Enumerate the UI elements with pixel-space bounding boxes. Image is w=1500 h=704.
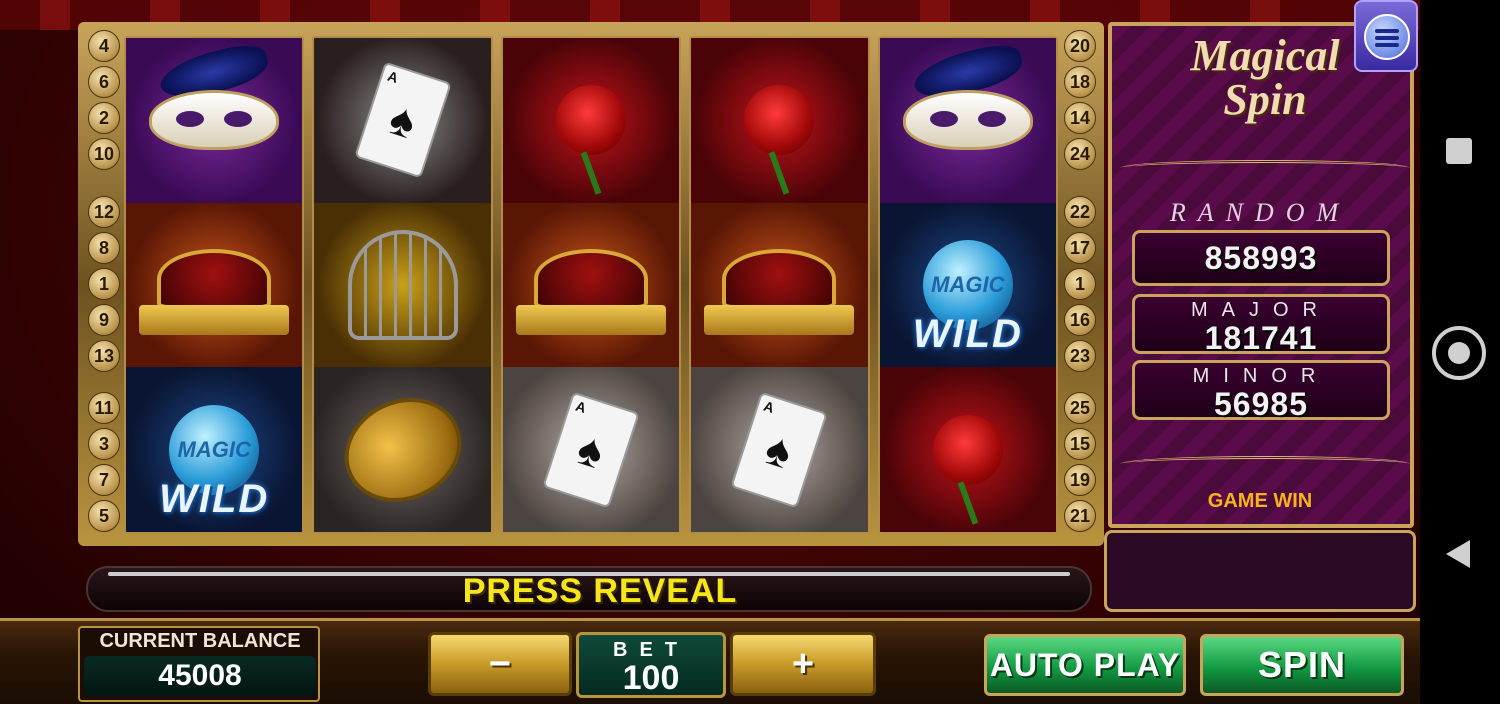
- payline-marker[interactable]: 21: [1064, 500, 1096, 532]
- wild-label: WILD: [159, 477, 270, 522]
- ace-of-spades-icon: A ♠: [353, 61, 452, 179]
- reel-4: A ♠: [689, 36, 870, 534]
- press-reveal-message: PRESS REVEAL: [462, 572, 738, 610]
- ace-of-spades-icon: A ♠: [542, 391, 640, 509]
- game-win-label: GAME WIN: [1207, 490, 1313, 512]
- payline-marker[interactable]: 16: [1064, 304, 1096, 336]
- payline-marker[interactable]: 8: [88, 232, 120, 264]
- current-balance-label: CURRENT BALANCE: [99, 630, 301, 652]
- menu-line: [1375, 43, 1399, 47]
- reel-cell: [314, 202, 491, 368]
- payline-marker[interactable]: 19: [1064, 464, 1096, 496]
- auto-play-button[interactable]: AUTO PLAY: [984, 634, 1186, 696]
- minor-jackpot-value: 56985: [1214, 386, 1308, 422]
- reel-cell: [126, 202, 303, 368]
- payline-marker[interactable]: 11: [88, 392, 120, 424]
- mask-icon: [902, 90, 1033, 151]
- back-icon[interactable]: [1446, 540, 1470, 568]
- game-win-display: [1104, 530, 1416, 612]
- rose-icon: [932, 414, 1003, 485]
- payline-marker[interactable]: 2: [88, 102, 120, 134]
- spin-button[interactable]: SPIN: [1200, 634, 1404, 696]
- major-jackpot-box: MAJOR 181741: [1132, 294, 1390, 356]
- major-jackpot-label: MAJOR: [1191, 299, 1331, 321]
- payline-marker[interactable]: 7: [88, 464, 120, 496]
- payline-marker[interactable]: 20: [1064, 30, 1096, 62]
- reels-grid: MAGIC WILD A ♠ A ♠ A ♠ MAGIC WILD: [124, 36, 1059, 534]
- ornament-icon: [1120, 160, 1410, 176]
- bet-display: BET 100: [576, 632, 726, 698]
- payline-marker[interactable]: 6: [88, 66, 120, 98]
- payline-marker[interactable]: 13: [88, 340, 120, 372]
- ace-of-spades-icon: A ♠: [730, 391, 829, 509]
- payline-marker[interactable]: 23: [1064, 340, 1096, 372]
- payline-marker[interactable]: 14: [1064, 102, 1096, 134]
- crown-icon: [704, 235, 855, 335]
- random-jackpot-value: 858993: [1204, 240, 1318, 276]
- reel-cell: [126, 38, 303, 203]
- home-icon[interactable]: [1432, 326, 1486, 380]
- gold-coin-icon: [327, 378, 479, 521]
- reel-cell: [502, 202, 680, 368]
- reel-cell: MAGIC WILD: [879, 202, 1057, 368]
- random-jackpot-box: 858993: [1132, 230, 1390, 286]
- payline-marker[interactable]: 5: [88, 500, 120, 532]
- rose-icon: [556, 85, 627, 156]
- reel-3: A ♠: [500, 36, 682, 534]
- reel-cell: A ♠: [314, 38, 491, 203]
- rose-icon: [744, 85, 815, 156]
- major-jackpot-value: 181741: [1204, 320, 1318, 356]
- payline-marker[interactable]: 12: [88, 196, 120, 228]
- menu-button[interactable]: [1354, 0, 1418, 72]
- decrease-bet-button[interactable]: −: [428, 632, 572, 696]
- reel-2: A ♠: [312, 36, 493, 534]
- payline-marker[interactable]: 4: [88, 30, 120, 62]
- reel-cell: MAGIC WILD: [126, 367, 303, 532]
- payline-column-right: 20 18 14 24 22 17 1 16 23 25 15 19 21: [1058, 30, 1102, 536]
- payline-marker[interactable]: 18: [1064, 66, 1096, 98]
- birdcage-icon: [347, 230, 458, 340]
- payline-marker[interactable]: 10: [88, 138, 120, 170]
- card-index: A: [762, 397, 777, 416]
- random-jackpot-label: RANDOM: [1169, 198, 1351, 227]
- reel-cell: [691, 38, 868, 203]
- payline-marker[interactable]: 1: [1064, 268, 1096, 300]
- reel-cell: A ♠: [691, 367, 868, 532]
- reel-1: MAGIC WILD: [124, 36, 305, 534]
- payline-marker[interactable]: 17: [1064, 232, 1096, 264]
- reel-cell: [879, 38, 1057, 203]
- mask-icon: [149, 90, 280, 151]
- ornament-icon: [1120, 456, 1410, 472]
- payline-marker[interactable]: 24: [1064, 138, 1096, 170]
- reel-cell: [691, 202, 868, 368]
- increase-bet-button[interactable]: +: [730, 632, 876, 696]
- card-index: A: [385, 67, 400, 87]
- logo-line-2: Spin: [1223, 75, 1307, 124]
- reel-cell: [314, 367, 491, 532]
- payline-marker[interactable]: 9: [88, 304, 120, 336]
- crown-icon: [139, 235, 290, 335]
- reel-cell: A ♠: [502, 367, 680, 532]
- wild-label: WILD: [912, 312, 1023, 357]
- crown-icon: [516, 235, 667, 335]
- card-index: A: [573, 397, 589, 416]
- bet-value: 100: [622, 659, 680, 697]
- payline-marker[interactable]: 25: [1064, 392, 1096, 424]
- payline-marker[interactable]: 1: [88, 268, 120, 300]
- recent-apps-icon[interactable]: [1446, 138, 1472, 164]
- payline-marker[interactable]: 15: [1064, 428, 1096, 460]
- reel-cell: [879, 367, 1057, 532]
- minor-jackpot-box: MINOR 56985: [1132, 360, 1390, 422]
- menu-line: [1375, 29, 1399, 33]
- payline-marker[interactable]: 3: [88, 428, 120, 460]
- menu-line: [1375, 36, 1399, 40]
- current-balance-value: 45008: [84, 656, 316, 696]
- payline-marker[interactable]: 22: [1064, 196, 1096, 228]
- reel-cell: [502, 38, 680, 203]
- minor-jackpot-label: MINOR: [1192, 365, 1330, 387]
- bet-label: BET: [613, 639, 689, 661]
- reel-5: MAGIC WILD: [877, 36, 1059, 534]
- payline-column-left: 4 6 2 10 12 8 1 9 13 11 3 7 5: [82, 30, 126, 536]
